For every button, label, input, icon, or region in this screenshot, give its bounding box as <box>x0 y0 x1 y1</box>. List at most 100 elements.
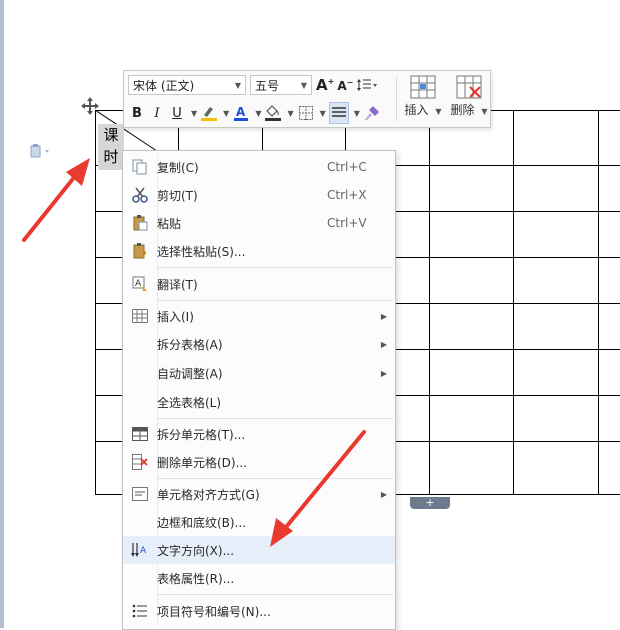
line-spacing-button[interactable] <box>356 75 378 95</box>
toolbar-separator <box>396 77 397 121</box>
paste-icon <box>133 215 148 231</box>
menu-item-label: 项目符号和编号(N)... <box>157 604 271 619</box>
borders-button[interactable] <box>297 103 315 123</box>
chevron-down-icon[interactable]: ▼ <box>191 109 197 118</box>
chevron-down-icon[interactable]: ▼ <box>320 109 326 118</box>
paste-options-icon <box>30 144 49 158</box>
shrink-font-icon: A− <box>337 77 354 93</box>
table-insert-icon <box>132 309 148 323</box>
format-painter-icon <box>364 106 379 120</box>
bullets-icon <box>132 604 147 618</box>
chevron-down-icon: ▼ <box>481 107 488 116</box>
scissors-icon <box>132 187 148 203</box>
bold-button[interactable]: B <box>128 103 146 123</box>
menu-item-translate[interactable]: A 翻译(T) <box>123 270 395 298</box>
svg-text:A: A <box>236 105 246 119</box>
menu-item-label: 文字方向(X)... <box>157 543 235 558</box>
menu-item-paste-special[interactable]: ? 选择性粘贴(S)... <box>123 237 395 265</box>
font-name-value: 宋体 (正文) <box>133 78 195 93</box>
chevron-down-icon[interactable]: ▼ <box>223 109 229 118</box>
menu-item-label: 单元格对齐方式(G) <box>157 487 260 502</box>
menu-item-split-table[interactable]: 拆分表格(A) ▶ <box>123 330 395 358</box>
menu-item-borders-shading[interactable]: 边框和底纹(B)... <box>123 508 395 536</box>
paste-options-tag[interactable] <box>30 144 52 162</box>
submenu-arrow-icon: ▶ <box>380 339 388 349</box>
menu-item-table-properties[interactable]: 表格属性(R)... <box>123 564 395 592</box>
menu-item-insert[interactable]: 插入(I) ▶ <box>123 302 395 330</box>
menu-item-copy[interactable]: 复制(C) Ctrl+C <box>123 153 395 181</box>
chevron-down-icon[interactable]: ▼ <box>255 109 261 118</box>
highlighter-icon <box>201 107 218 121</box>
insert-label: 插入 <box>404 103 429 117</box>
font-size-value: 五号 <box>255 78 280 93</box>
chevron-down-icon: ▼ <box>300 80 307 90</box>
delete-label: 删除 <box>450 103 475 117</box>
grow-font-button[interactable]: A+ <box>316 75 334 95</box>
table-col-line <box>429 110 430 495</box>
menu-item-label: 自动调整(A) <box>157 366 223 381</box>
font-name-combo[interactable]: 宋体 (正文) ▼ <box>128 75 246 95</box>
chevron-down-icon: ▼ <box>234 80 241 90</box>
svg-text:?: ? <box>141 250 147 259</box>
align-button[interactable] <box>328 102 349 124</box>
shrink-font-button[interactable]: A− <box>336 75 354 95</box>
menu-item-paste[interactable]: 粘贴 Ctrl+V <box>123 209 395 237</box>
menu-separator <box>157 478 393 479</box>
chevron-down-icon[interactable]: ▼ <box>287 109 293 118</box>
menu-item-label: 翻译(T) <box>157 277 198 292</box>
font-color-icon: A <box>234 105 249 121</box>
document-left-edge <box>0 0 4 628</box>
menu-item-label: 选择性粘贴(S)... <box>157 244 246 259</box>
menu-item-autofit[interactable]: 自动调整(A) ▶ <box>123 359 395 387</box>
submenu-arrow-icon: ▶ <box>380 311 388 321</box>
menu-item-shortcut: Ctrl+X <box>327 188 367 202</box>
menu-item-label: 复制(C) <box>157 160 199 175</box>
svg-text:A: A <box>135 279 142 289</box>
insert-table-button[interactable]: 插入 ▼ <box>400 73 446 123</box>
delete-cells-icon <box>132 454 148 470</box>
annotation-arrow-cell <box>22 158 90 242</box>
menu-separator <box>157 300 393 301</box>
menu-separator <box>157 418 393 419</box>
menu-item-shortcut: Ctrl+V <box>327 216 367 230</box>
menu-item-label: 边框和底纹(B)... <box>157 515 247 530</box>
menu-item-bullets-numbering[interactable]: 项目符号和编号(N)... <box>123 597 395 625</box>
menu-separator <box>157 267 393 268</box>
menu-item-cell-alignment[interactable]: 单元格对齐方式(G) ▶ <box>123 480 395 508</box>
borders-icon <box>298 106 313 120</box>
shading-button[interactable] <box>264 103 282 123</box>
format-painter-button[interactable] <box>363 103 381 123</box>
menu-item-split-cells[interactable]: 拆分单元格(T)... <box>123 420 395 448</box>
delete-table-button[interactable]: 删除 ▼ <box>446 73 492 123</box>
menu-item-cut[interactable]: 剪切(T) Ctrl+X <box>123 181 395 209</box>
menu-separator <box>157 594 393 595</box>
context-menu: 复制(C) Ctrl+C 剪切(T) Ctrl+X 粘贴 Ctrl+V ? 选择… <box>122 150 396 630</box>
menu-item-delete-cells[interactable]: 删除单元格(D)... <box>123 448 395 476</box>
font-size-combo[interactable]: 五号 ▼ <box>250 75 312 95</box>
submenu-arrow-icon: ▶ <box>380 368 388 378</box>
menu-item-label: 拆分表格(A) <box>157 337 223 352</box>
table-col-line <box>513 110 514 495</box>
menu-item-label: 拆分单元格(T)... <box>157 427 246 442</box>
chevron-down-icon[interactable]: ▼ <box>354 109 360 118</box>
highlight-button[interactable] <box>200 103 218 123</box>
italic-button[interactable]: I <box>148 103 166 123</box>
menu-item-label: 插入(I) <box>157 309 194 324</box>
svg-text:A: A <box>140 546 147 556</box>
grow-font-icon: A+ <box>316 76 335 94</box>
font-color-button[interactable]: A <box>232 103 250 123</box>
menu-item-label: 粘贴 <box>157 216 182 231</box>
paint-bucket-icon <box>265 105 282 121</box>
menu-item-label: 全选表格(L) <box>157 395 222 410</box>
table-insert-icon <box>410 75 436 99</box>
chevron-down-icon: ▼ <box>435 107 442 116</box>
add-row-button[interactable]: + <box>410 497 450 509</box>
text-direction-icon: A <box>131 543 147 557</box>
menu-item-text-direction[interactable]: A 文字方向(X)... <box>123 536 395 564</box>
menu-item-label: 删除单元格(D)... <box>157 455 248 470</box>
menu-item-shortcut: Ctrl+C <box>327 160 367 174</box>
menu-item-select-table[interactable]: 全选表格(L) <box>123 388 395 416</box>
copy-icon <box>132 159 147 175</box>
selected-cell-text[interactable]: 课 时 <box>98 124 124 170</box>
underline-button[interactable]: U <box>168 103 186 123</box>
